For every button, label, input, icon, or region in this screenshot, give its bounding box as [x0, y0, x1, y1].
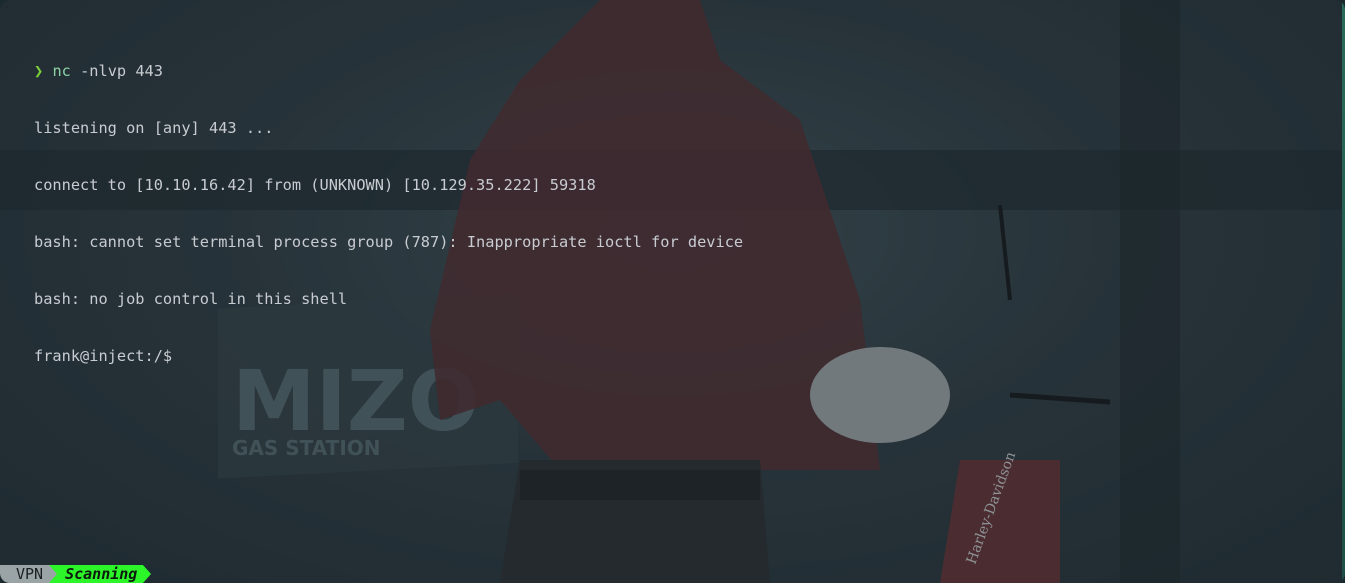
status-bar: VPN Scanning [0, 565, 152, 583]
terminal-window: MIZO GAS STATION Harley-Davidson ❯ nc -n… [0, 0, 1345, 583]
scanning-status: Scanning [57, 565, 144, 583]
powerline-separator-icon [143, 565, 152, 583]
shell-prompt[interactable]: frank@inject:/$ [34, 347, 743, 366]
command-line: ❯ nc -nlvp 443 [34, 62, 743, 81]
terminal-output[interactable]: ❯ nc -nlvp 443 listening on [any] 443 ..… [34, 24, 743, 404]
command-name: nc [52, 62, 71, 80]
command-args: -nlvp 443 [70, 62, 163, 80]
output-line: bash: no job control in this shell [34, 290, 348, 308]
prompt-chevron-icon: ❯ [34, 62, 44, 80]
output-line: bash: cannot set terminal process group … [34, 233, 744, 251]
vpn-segment: VPN [0, 565, 50, 583]
output-line: listening on [any] 443 ... [34, 119, 274, 137]
output-line: connect to [10.10.16.42] from (UNKNOWN) … [34, 176, 596, 194]
powerline-separator-icon [49, 565, 58, 583]
